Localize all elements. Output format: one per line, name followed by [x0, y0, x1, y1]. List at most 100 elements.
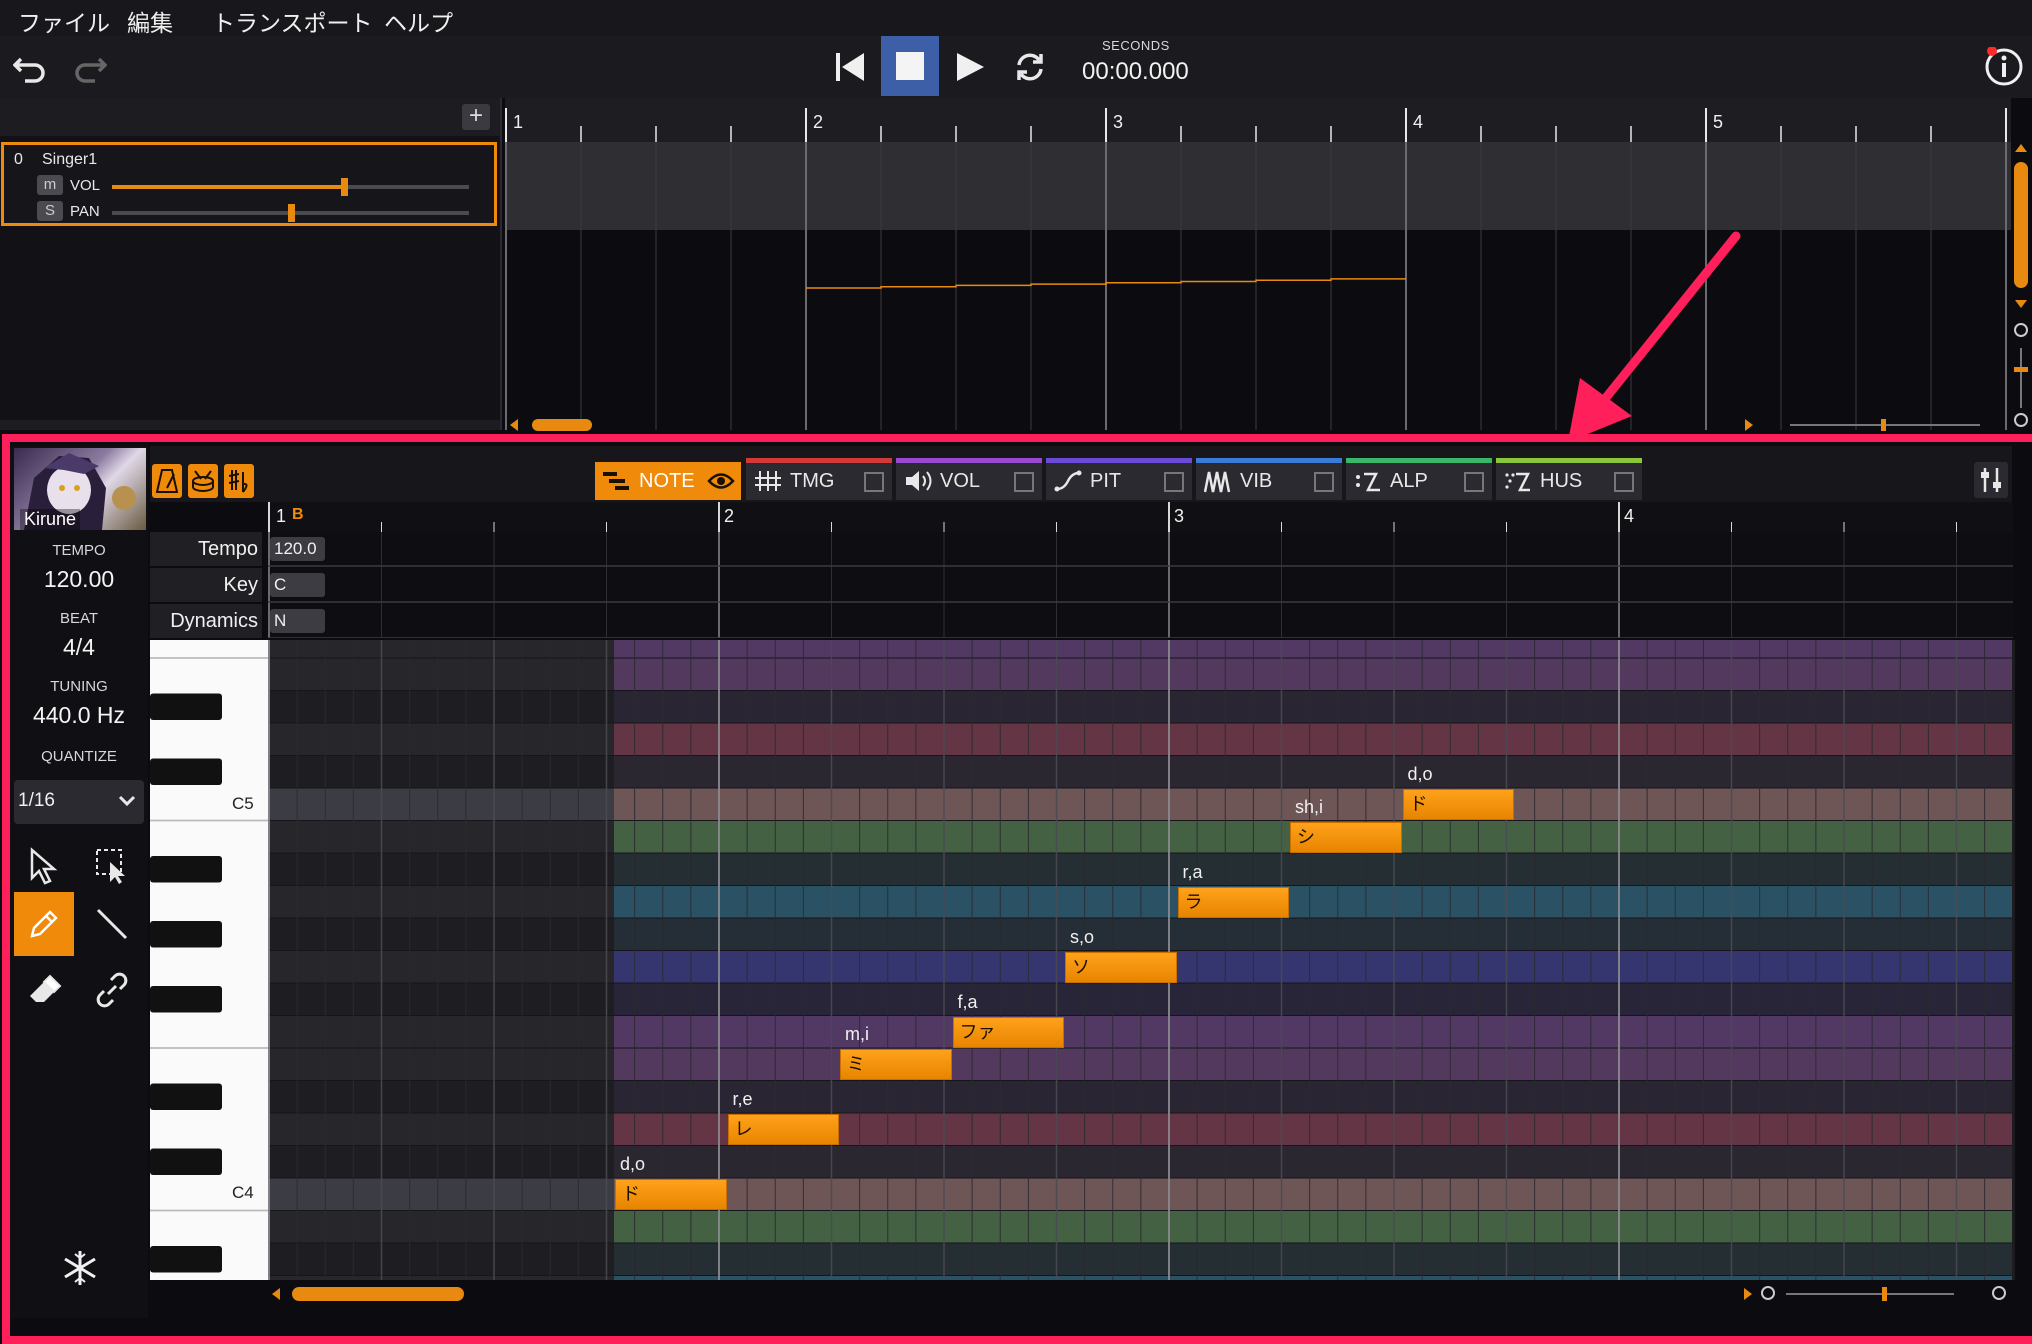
timing-icon [755, 471, 781, 491]
tab-visibility-checkbox[interactable] [1314, 472, 1334, 492]
note-block[interactable]: ラ [1177, 886, 1289, 918]
tab-volume[interactable]: VOL [896, 458, 1042, 500]
note-block[interactable]: ソ [1065, 951, 1177, 983]
white-key [150, 1048, 268, 1081]
beat-value[interactable]: 4/4 [10, 634, 148, 661]
tuning-value[interactable]: 440.0 Hz [10, 702, 148, 729]
beat-label: BEAT [59, 610, 99, 627]
eye-icon[interactable] [707, 470, 735, 492]
eraser-icon [30, 974, 62, 1002]
eraser-tool-button[interactable] [14, 958, 74, 1022]
note-block[interactable]: ド [615, 1179, 727, 1210]
tab-pitch[interactable]: PIT [1046, 458, 1192, 500]
black-key [150, 1148, 222, 1175]
piano-roll-ruler[interactable]: 1 B 2 3 4 [268, 502, 2013, 532]
tab-timing[interactable]: TMG [746, 458, 892, 500]
phoneme-label: d,o [1407, 764, 1433, 784]
line-tool-button[interactable] [82, 892, 142, 956]
pencil-tool-button[interactable] [14, 892, 74, 956]
piano-roll-vscroll[interactable] [2012, 640, 2015, 1280]
menu-file[interactable]: ファイル [18, 4, 110, 38]
tab-vibrato[interactable]: VIB [1196, 458, 1342, 500]
note-block[interactable]: ファ [952, 1016, 1064, 1048]
solo-button[interactable]: S [37, 201, 63, 221]
tab-visibility-checkbox[interactable] [1014, 472, 1034, 492]
tab-husky[interactable]: HUS [1496, 458, 1642, 500]
dynamics-lane-value[interactable]: N [270, 609, 325, 633]
white-key [150, 658, 268, 691]
info-button[interactable] [1982, 44, 2026, 90]
tab-alpha[interactable]: ALP [1346, 458, 1492, 500]
track-row[interactable]: 0 Singer1 m VOL S PAN [1, 142, 497, 226]
key-lane-value[interactable]: C [270, 573, 325, 597]
white-key [150, 1015, 268, 1048]
tempo-lane-label: Tempo [150, 532, 262, 566]
note-block[interactable]: ミ [840, 1049, 952, 1080]
arrangement-vscroll[interactable] [2010, 140, 2032, 430]
freeze-button[interactable] [50, 1236, 110, 1300]
singer-avatar[interactable]: Kirune [14, 448, 146, 530]
arrangement-grid [505, 108, 2007, 430]
phoneme-label: f,a [957, 991, 978, 1012]
arrangement-view[interactable]: 1 2 3 4 5 [505, 98, 2011, 430]
white-key [150, 1275, 268, 1280]
vol-label: VOL [70, 177, 101, 194]
marker-flag[interactable]: B [292, 506, 304, 524]
info-icon [1985, 47, 2023, 86]
black-key [150, 856, 222, 883]
tempo-value[interactable]: 120.00 [10, 566, 148, 593]
mixer-settings-button[interactable] [1974, 462, 2008, 498]
mute-button[interactable]: m [37, 175, 63, 195]
marquee-tool-button[interactable] [82, 834, 142, 898]
skip-back-icon [836, 53, 864, 81]
menu-transport[interactable]: トランスポート [212, 4, 373, 38]
note-block[interactable]: シ [1290, 821, 1402, 853]
key-lane-label: Key [150, 568, 262, 602]
tuning-label: TUNING [50, 678, 108, 695]
tab-label: PIT [1090, 469, 1122, 492]
tab-visibility-checkbox[interactable] [1464, 472, 1484, 492]
volume-knob[interactable] [341, 178, 349, 196]
arrangement-hscroll[interactable] [505, 418, 2011, 432]
phoneme-label: d,o [620, 1154, 646, 1174]
link-tool-button[interactable] [82, 958, 142, 1022]
black-key [150, 758, 222, 785]
tab-note[interactable]: NOTE [595, 462, 741, 500]
pointer-tool-button[interactable] [14, 834, 74, 898]
pan-knob[interactable] [287, 204, 295, 222]
track-name[interactable]: Singer1 [42, 151, 97, 169]
tab-visibility-checkbox[interactable] [1614, 472, 1634, 492]
phoneme-label: m,i [845, 1024, 869, 1044]
stop-button[interactable] [881, 36, 939, 96]
menu-edit[interactable]: 編集 [127, 4, 173, 38]
param-lanes[interactable] [268, 532, 2013, 638]
phoneme-label: sh,i [1295, 796, 1324, 817]
tempo-lane-value[interactable]: 120.0 [270, 537, 325, 561]
tab-color-bar [1496, 458, 1642, 463]
piano-keyboard[interactable]: C5 C4 [150, 640, 268, 1280]
note-grid[interactable]: ド d,o レ r,e ミ m,i ファ f,a ソ s,o ラ r,a シ sh,i ド d,o [268, 640, 2013, 1280]
rewind-button[interactable] [830, 42, 870, 92]
accidental-toggle[interactable] [224, 464, 254, 498]
piano-roll-hscroll[interactable] [268, 1284, 2013, 1304]
singer-panel: Kirune TEMPO 120.00 BEAT 4/4 TUNING 440.… [10, 446, 148, 1318]
line-icon [96, 908, 128, 940]
play-button[interactable] [950, 42, 990, 92]
measure-number: 3 [1174, 506, 1185, 526]
metronome-toggle[interactable] [152, 464, 182, 498]
loop-button[interactable] [1010, 46, 1050, 88]
undo-button[interactable] [10, 48, 50, 88]
menu-help[interactable]: ヘルプ [384, 4, 453, 38]
white-key [150, 640, 268, 658]
tab-visibility-checkbox[interactable] [1164, 472, 1184, 492]
link-icon [96, 972, 128, 1008]
note-block[interactable]: ド [1402, 789, 1514, 820]
note-tab-icon [603, 472, 629, 490]
redo-button[interactable] [70, 48, 110, 88]
add-track-button[interactable]: + [462, 104, 490, 130]
quantize-select[interactable]: 1/16 [14, 780, 144, 824]
count-in-toggle[interactable] [188, 464, 218, 498]
note-block[interactable]: レ [727, 1114, 839, 1145]
speaker-icon [906, 471, 932, 491]
tab-visibility-checkbox[interactable] [864, 472, 884, 492]
